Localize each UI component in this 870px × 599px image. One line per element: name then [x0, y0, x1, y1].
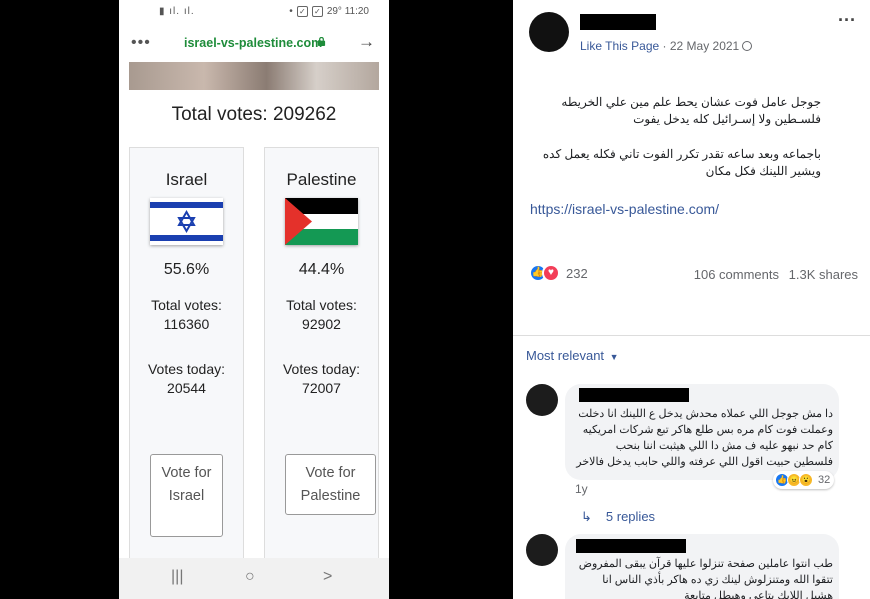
- palestine-total-value: 92902: [302, 316, 341, 332]
- status-icons-right: • ✓ ✓ 29° 11:20: [289, 6, 369, 17]
- post-url-link[interactable]: https://israel-vs-palestine.com/: [530, 201, 719, 217]
- browser-url[interactable]: israel-vs-palestine.com: [184, 36, 322, 50]
- israel-percent: 55.6%: [163, 261, 210, 278]
- status-bar: ▮ ıl. ıl. • ✓ ✓ 29° 11:20: [119, 0, 389, 26]
- post-text-line-1: جوجل عامل فوت عشان يحط علم مين علي الخري…: [561, 95, 821, 126]
- like-this-page-link[interactable]: Like This Page: [580, 39, 659, 53]
- redacted-commenter-name: [579, 388, 689, 402]
- globe-icon: [742, 41, 753, 51]
- israel-total-label: Total votes:: [151, 297, 222, 313]
- status-icons-left: ▮ ıl. ıl.: [159, 6, 195, 17]
- facebook-post-panel: Like This Page · 22 May 2021 ··· جوجل عا…: [513, 0, 870, 599]
- palestine-title: Palestine: [286, 170, 357, 189]
- israel-title: Israel: [165, 170, 208, 189]
- comment-reaction-count: 32: [818, 474, 831, 486]
- status-time: 29° 11:20: [326, 6, 369, 17]
- commenter-avatar[interactable]: [526, 534, 558, 566]
- israel-total-votes: Total votes: 116360: [130, 296, 243, 334]
- palestine-card: Palestine 44.4% Total votes: 92902 Votes…: [264, 147, 379, 567]
- replies-label: 5 replies: [605, 509, 656, 524]
- total-votes-heading: Total votes: 209262: [171, 104, 337, 125]
- browser-url-bar: ••• israel-vs-palestine.com →: [119, 28, 389, 60]
- caret-down-icon: ▼: [609, 352, 619, 362]
- redacted-page-name: [580, 14, 656, 30]
- post-reactions[interactable]: 👍 ♥ 232: [529, 263, 588, 283]
- engagement-counts: 106 comments 1.3K shares: [694, 267, 858, 282]
- page-avatar[interactable]: [529, 12, 569, 52]
- home-icon[interactable]: ○: [245, 568, 255, 586]
- palestine-total-label: Total votes:: [286, 297, 357, 313]
- wow-reaction-icon: 😮: [799, 473, 813, 487]
- palestine-today-value: 72007: [302, 380, 341, 396]
- post-text-line-2: باجماعه وبعد ساعه تقدر تكرر الفوت تاني ف…: [542, 147, 821, 178]
- israel-votes-today: Votes today: 20544: [130, 360, 243, 398]
- browser-back-arrow-icon[interactable]: →: [358, 32, 375, 52]
- notification-icon: ✓: [296, 6, 308, 17]
- redacted-commenter-name: [576, 539, 686, 553]
- comment-sort-dropdown[interactable]: Most relevant ▼: [526, 348, 619, 363]
- reply-arrow-icon: ↳: [581, 509, 592, 524]
- divider: [513, 335, 870, 336]
- lock-icon: [317, 37, 326, 46]
- vote-for-palestine-button[interactable]: Vote for Palestine: [285, 454, 376, 515]
- comments-count[interactable]: 106 comments: [694, 267, 779, 282]
- comment-age[interactable]: 1y: [575, 482, 588, 496]
- screenshot-root: ▮ ıl. ıl. • ✓ ✓ 29° 11:20 ••• israel-vs-…: [0, 0, 870, 599]
- palestine-today-label: Votes today:: [282, 361, 361, 377]
- commenter-avatar[interactable]: [526, 384, 558, 416]
- recent-apps-icon[interactable]: |||: [171, 568, 183, 586]
- browser-menu-icon[interactable]: •••: [131, 34, 151, 52]
- sort-label: Most relevant: [526, 348, 605, 363]
- phone-screenshot: ▮ ıl. ıl. • ✓ ✓ 29° 11:20 ••• israel-vs-…: [119, 0, 389, 599]
- view-replies-link[interactable]: ↳ 5 replies: [581, 509, 655, 525]
- israel-total-value: 116360: [163, 316, 210, 332]
- shares-count[interactable]: 1.3K shares: [789, 267, 858, 282]
- meta-separator: ·: [659, 39, 670, 53]
- hero-image: [129, 62, 379, 90]
- comment-reactions[interactable]: 👍 😠 😮 32: [773, 471, 835, 489]
- vote-for-israel-button[interactable]: Vote for Israel: [150, 454, 223, 537]
- comment-text: طب انتوا عاملين صفحة تنزلوا عليها قرآن ي…: [578, 558, 833, 599]
- post-meta: Like This Page · 22 May 2021: [580, 39, 753, 53]
- palestine-flag: [285, 198, 358, 245]
- dot-icon: •: [289, 6, 293, 17]
- android-nav-bar: ||| ○ >: [119, 558, 389, 599]
- reaction-count: 232: [566, 265, 588, 281]
- love-reaction-icon: ♥: [542, 264, 560, 282]
- palestine-votes-today: Votes today: 72007: [265, 360, 378, 398]
- back-icon[interactable]: >: [323, 568, 332, 586]
- post-date[interactable]: 22 May 2021: [670, 39, 739, 53]
- palestine-percent: 44.4%: [298, 261, 345, 278]
- israel-today-value: 20544: [167, 380, 206, 396]
- palestine-total-votes: Total votes: 92902: [265, 296, 378, 334]
- israel-card: Israel 55.6% Total votes: 116360 Votes t…: [129, 147, 244, 567]
- more-options-icon[interactable]: ···: [838, 10, 856, 31]
- israel-today-label: Votes today:: [147, 361, 226, 377]
- israel-flag: [150, 198, 223, 245]
- notification-icon: ✓: [311, 6, 323, 17]
